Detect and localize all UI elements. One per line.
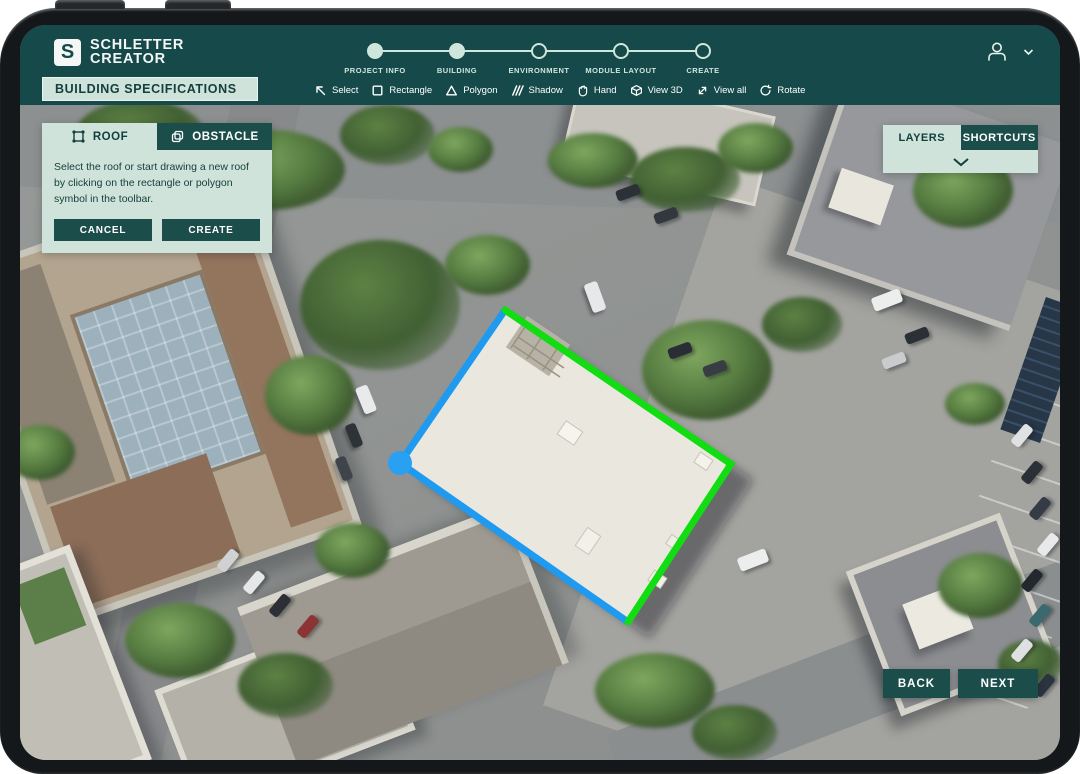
step-circle bbox=[367, 43, 383, 59]
step-create[interactable]: CREATE bbox=[695, 35, 711, 75]
tree-cluster bbox=[315, 523, 390, 578]
parked-van bbox=[583, 281, 606, 314]
tool-view-all[interactable]: View all bbox=[696, 84, 747, 97]
chevron-down-icon bbox=[952, 157, 970, 167]
tree-cluster bbox=[428, 127, 493, 172]
parked-van bbox=[355, 384, 378, 415]
cancel-button[interactable]: CANCEL bbox=[54, 219, 152, 241]
tree-cluster bbox=[340, 105, 435, 165]
expand-icon bbox=[696, 84, 709, 97]
wizard-nav: BACK NEXT bbox=[883, 669, 1038, 698]
tablet-frame: S SCHLETTER CREATOR PROJECT INFO BUILDIN… bbox=[0, 8, 1080, 774]
user-menu[interactable] bbox=[984, 39, 1034, 65]
step-module-layout[interactable]: MODULE LAYOUT bbox=[613, 35, 629, 75]
step-circle bbox=[695, 43, 711, 59]
tree-cluster bbox=[548, 133, 638, 188]
tablet-power-button bbox=[165, 0, 231, 9]
chevron-down-icon bbox=[1023, 48, 1034, 56]
instruction-text: Select the roof or start drawing a new r… bbox=[54, 160, 260, 207]
polygon-icon bbox=[445, 84, 458, 97]
back-button[interactable]: BACK bbox=[883, 669, 950, 698]
step-circle bbox=[531, 43, 547, 59]
step-building[interactable]: BUILDING bbox=[449, 35, 465, 75]
parked-car bbox=[242, 570, 266, 595]
tree-cluster bbox=[945, 383, 1005, 425]
parked-car bbox=[344, 422, 363, 448]
schletter-logo-icon: S bbox=[54, 39, 81, 66]
tool-rotate[interactable]: Rotate bbox=[759, 84, 805, 97]
tool-rectangle[interactable]: Rectangle bbox=[371, 84, 432, 97]
tree-cluster bbox=[125, 603, 235, 678]
rectangle-icon bbox=[371, 84, 384, 97]
roof-panel-tabs: ROOF OBSTACLE bbox=[42, 123, 272, 150]
tree-cluster bbox=[692, 705, 777, 760]
page-title: BUILDING SPECIFICATIONS bbox=[42, 77, 258, 101]
brand-logo[interactable]: S SCHLETTER CREATOR bbox=[54, 39, 184, 67]
tree-cluster bbox=[762, 297, 842, 352]
brand-name: SCHLETTER CREATOR bbox=[90, 39, 184, 67]
step-circle bbox=[449, 43, 465, 59]
app-header: S SCHLETTER CREATOR PROJECT INFO BUILDIN… bbox=[20, 25, 1060, 105]
step-environment[interactable]: ENVIRONMENT bbox=[531, 35, 547, 75]
tab-roof[interactable]: ROOF bbox=[42, 123, 157, 150]
cursor-icon bbox=[314, 84, 327, 97]
user-icon bbox=[984, 39, 1010, 65]
tree-cluster bbox=[265, 355, 355, 435]
cube-icon bbox=[630, 84, 643, 97]
tool-shadow[interactable]: Shadow bbox=[511, 84, 563, 97]
tool-view-3d[interactable]: View 3D bbox=[630, 84, 683, 97]
map-canvas[interactable]: ROOF OBSTACLE Select the roof or start d… bbox=[20, 105, 1060, 760]
tool-select[interactable]: Select bbox=[314, 84, 358, 97]
shadow-icon bbox=[511, 84, 524, 97]
rotate-icon bbox=[759, 84, 772, 97]
roof-panel: ROOF OBSTACLE Select the roof or start d… bbox=[42, 123, 272, 253]
create-button[interactable]: CREATE bbox=[162, 219, 260, 241]
tool-hand[interactable]: Hand bbox=[576, 84, 617, 97]
hand-icon bbox=[576, 84, 589, 97]
tree-cluster bbox=[595, 653, 715, 728]
app-window: S SCHLETTER CREATOR PROJECT INFO BUILDIN… bbox=[20, 25, 1060, 760]
wizard-stepper: PROJECT INFO BUILDING ENVIRONMENT MODULE… bbox=[367, 35, 711, 75]
roof-outline-icon bbox=[71, 129, 86, 144]
rooftop-structure bbox=[828, 168, 894, 226]
panel-expand-toggle[interactable] bbox=[883, 150, 1038, 173]
tab-obstacle[interactable]: OBSTACLE bbox=[157, 123, 272, 150]
tree-cluster bbox=[300, 240, 460, 370]
layers-shortcuts-panel: LAYERS SHORTCUTS bbox=[883, 125, 1038, 173]
tree-cluster bbox=[238, 653, 333, 718]
next-button[interactable]: NEXT bbox=[958, 669, 1038, 698]
side-panel-tabs: LAYERS SHORTCUTS bbox=[883, 125, 1038, 150]
obstacle-icon bbox=[170, 129, 185, 144]
step-project-info[interactable]: PROJECT INFO bbox=[367, 35, 383, 75]
tab-layers[interactable]: LAYERS bbox=[883, 125, 961, 150]
step-circle bbox=[613, 43, 629, 59]
tool-polygon[interactable]: Polygon bbox=[445, 84, 497, 97]
tree-cluster bbox=[445, 235, 530, 295]
drawing-toolbar: Select Rectangle Polygon bbox=[314, 77, 805, 103]
tablet-volume-button bbox=[55, 0, 125, 9]
parked-car bbox=[653, 206, 679, 225]
roof-vertex-handle[interactable] bbox=[388, 451, 412, 475]
tab-shortcuts[interactable]: SHORTCUTS bbox=[961, 125, 1039, 150]
tree-cluster bbox=[718, 123, 793, 173]
tree-cluster bbox=[938, 553, 1023, 618]
